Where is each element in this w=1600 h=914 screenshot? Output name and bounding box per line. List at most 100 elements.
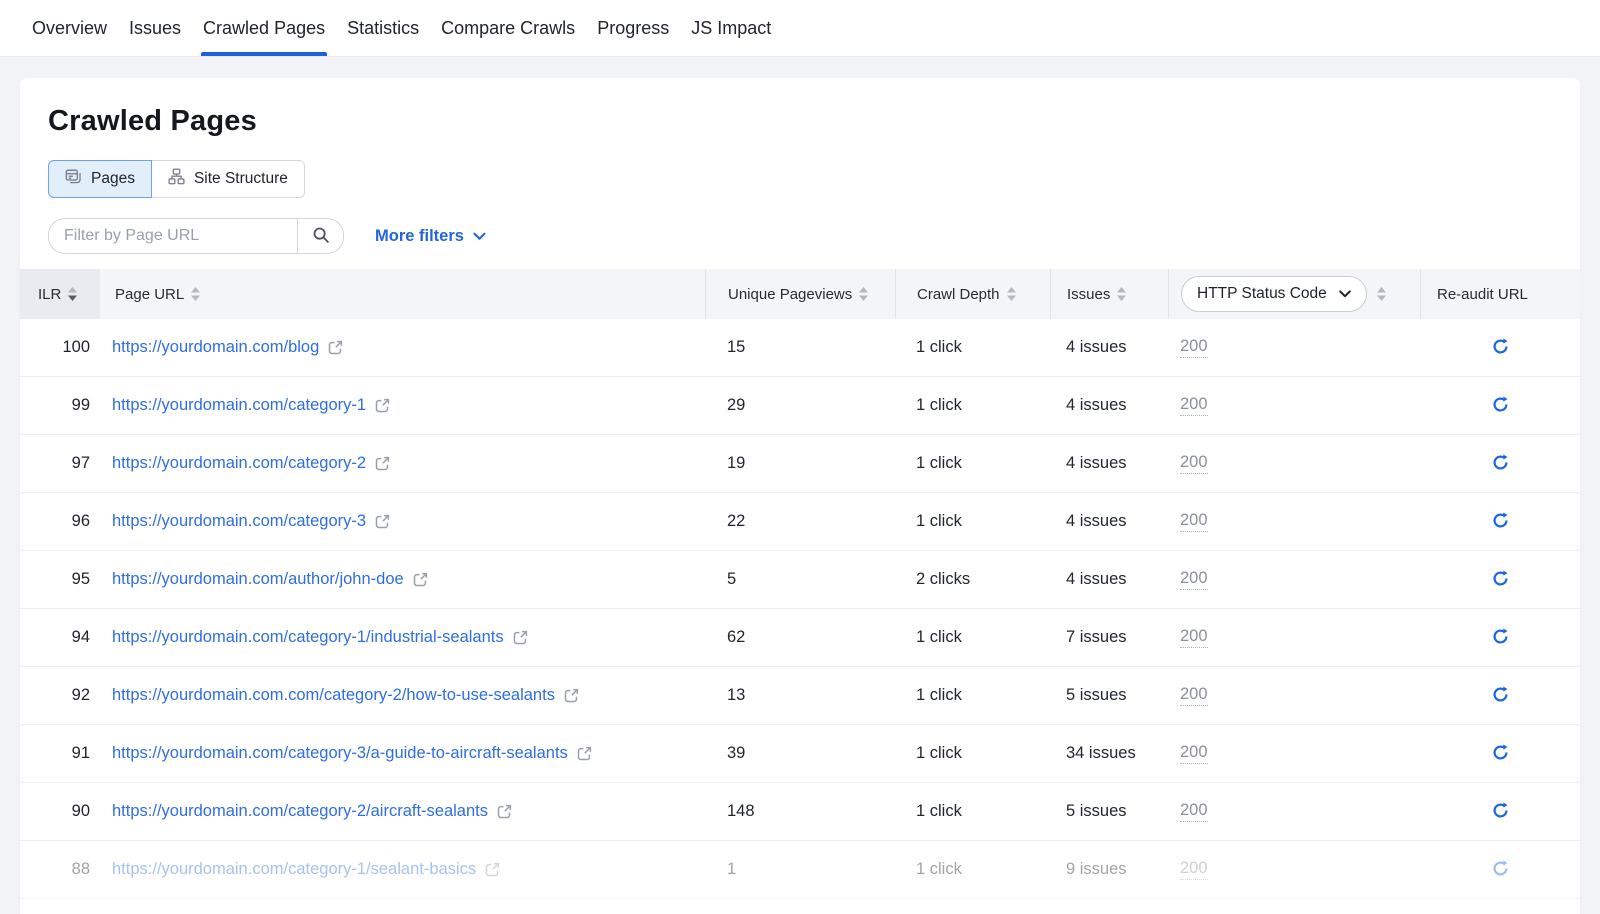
crawl-depth-cell: 1 click bbox=[895, 860, 1050, 879]
ilr-cell: 94 bbox=[20, 628, 100, 647]
nav-tab-statistics[interactable]: Statistics bbox=[336, 0, 430, 56]
http-status-cell: 200 bbox=[1168, 627, 1420, 648]
http-status-value[interactable]: 200 bbox=[1180, 395, 1208, 416]
refresh-icon bbox=[1491, 395, 1510, 417]
http-status-code-dropdown[interactable]: HTTP Status Code bbox=[1181, 276, 1367, 312]
external-link-icon[interactable] bbox=[413, 572, 428, 587]
crawl-depth-cell: 1 click bbox=[895, 396, 1050, 415]
crawl-depth-value: 1 click bbox=[916, 860, 962, 879]
crawl-depth-cell: 1 click bbox=[895, 512, 1050, 531]
table-row: 90 https://yourdomain.com/category-2/air… bbox=[20, 783, 1580, 841]
column-header-crawl-depth[interactable]: Crawl Depth bbox=[895, 269, 1050, 319]
page-url-link[interactable]: https://yourdomain.com/blog bbox=[112, 338, 319, 357]
crawl-depth-value: 1 click bbox=[916, 338, 962, 357]
http-status-cell: 200 bbox=[1168, 859, 1420, 880]
crawl-depth-cell: 2 clicks bbox=[895, 570, 1050, 589]
crawl-depth-cell: 1 click bbox=[895, 744, 1050, 763]
ilr-cell: 92 bbox=[20, 686, 100, 705]
re-audit-button[interactable] bbox=[1485, 565, 1515, 595]
top-nav: OverviewIssuesCrawled PagesStatisticsCom… bbox=[0, 0, 1600, 57]
external-link-icon[interactable] bbox=[513, 630, 528, 645]
re-audit-cell bbox=[1420, 623, 1580, 653]
http-status-value[interactable]: 200 bbox=[1180, 511, 1208, 532]
crawl-depth-cell: 1 click bbox=[895, 802, 1050, 821]
url-filter-group bbox=[48, 218, 344, 254]
ilr-value: 99 bbox=[72, 396, 90, 415]
http-status-value[interactable]: 200 bbox=[1180, 685, 1208, 706]
toggle-pages-button[interactable]: Pages bbox=[48, 160, 152, 198]
page-url-link[interactable]: https://yourdomain.com/category-2 bbox=[112, 454, 366, 473]
http-status-value[interactable]: 200 bbox=[1180, 337, 1208, 358]
search-button[interactable] bbox=[297, 219, 343, 253]
re-audit-button[interactable] bbox=[1485, 333, 1515, 363]
re-audit-button[interactable] bbox=[1485, 391, 1515, 421]
url-filter-input[interactable] bbox=[49, 219, 297, 253]
column-header-issues[interactable]: Issues bbox=[1050, 269, 1168, 319]
page-url-link[interactable]: https://yourdomain.com/category-3 bbox=[112, 512, 366, 531]
external-link-icon[interactable] bbox=[577, 746, 592, 761]
unique-pageviews-value: 148 bbox=[727, 802, 755, 821]
re-audit-cell bbox=[1420, 565, 1580, 595]
sort-icon-page-url bbox=[191, 287, 200, 301]
page-url-link[interactable]: https://yourdomain.com/category-3/a-guid… bbox=[112, 744, 568, 763]
external-link-icon[interactable] bbox=[375, 398, 390, 413]
unique-pageviews-cell: 5 bbox=[705, 570, 895, 589]
http-status-value[interactable]: 200 bbox=[1180, 801, 1208, 822]
external-link-icon[interactable] bbox=[375, 514, 390, 529]
http-status-value[interactable]: 200 bbox=[1180, 627, 1208, 648]
nav-tab-progress[interactable]: Progress bbox=[586, 0, 680, 56]
chevron-down-icon bbox=[473, 227, 486, 246]
column-header-unique-pageviews[interactable]: Unique Pageviews bbox=[705, 269, 895, 319]
ilr-cell: 97 bbox=[20, 454, 100, 473]
column-header-ilr[interactable]: ILR bbox=[20, 269, 100, 319]
nav-tab-crawled-pages[interactable]: Crawled Pages bbox=[192, 0, 336, 56]
http-status-value[interactable]: 200 bbox=[1180, 453, 1208, 474]
page-url-link[interactable]: https://yourdomain.com/author/john-doe bbox=[112, 570, 404, 589]
unique-pageviews-cell: 29 bbox=[705, 396, 895, 415]
http-status-dropdown-label: HTTP Status Code bbox=[1197, 285, 1327, 303]
http-status-value[interactable]: 200 bbox=[1180, 859, 1208, 880]
refresh-icon bbox=[1491, 859, 1510, 881]
re-audit-cell bbox=[1420, 507, 1580, 537]
external-link-icon[interactable] bbox=[375, 456, 390, 471]
http-status-value[interactable]: 200 bbox=[1180, 569, 1208, 590]
crawl-depth-value: 1 click bbox=[916, 686, 962, 705]
ilr-cell: 96 bbox=[20, 512, 100, 531]
nav-tab-compare-crawls[interactable]: Compare Crawls bbox=[430, 0, 586, 56]
nav-tab-issues[interactable]: Issues bbox=[118, 0, 192, 56]
more-filters-button[interactable]: More filters bbox=[375, 227, 486, 246]
nav-tab-overview[interactable]: Overview bbox=[21, 0, 118, 56]
crawl-depth-cell: 1 click bbox=[895, 338, 1050, 357]
page-url-cell: https://yourdomain.com/author/john-doe bbox=[100, 570, 705, 589]
column-header-page-url[interactable]: Page URL bbox=[100, 269, 705, 319]
re-audit-button[interactable] bbox=[1485, 623, 1515, 653]
page-url-link[interactable]: https://yourdomain.com/category-1 bbox=[112, 396, 366, 415]
external-link-icon[interactable] bbox=[564, 688, 579, 703]
external-link-icon[interactable] bbox=[497, 804, 512, 819]
table-row: 91 https://yourdomain.com/category-3/a-g… bbox=[20, 725, 1580, 783]
http-status-value[interactable]: 200 bbox=[1180, 743, 1208, 764]
re-audit-cell bbox=[1420, 449, 1580, 479]
page-url-link[interactable]: https://yourdomain.com.com/category-2/ho… bbox=[112, 686, 555, 705]
toggle-site-structure-button[interactable]: Site Structure bbox=[152, 160, 305, 198]
issues-value: 4 issues bbox=[1066, 570, 1127, 589]
re-audit-button[interactable] bbox=[1485, 797, 1515, 827]
external-link-icon[interactable] bbox=[328, 340, 343, 355]
column-header-page-url-label: Page URL bbox=[115, 286, 184, 303]
ilr-value: 96 bbox=[72, 512, 90, 531]
re-audit-button[interactable] bbox=[1485, 449, 1515, 479]
re-audit-button[interactable] bbox=[1485, 739, 1515, 769]
re-audit-button[interactable] bbox=[1485, 681, 1515, 711]
page-url-link[interactable]: https://yourdomain.com/category-2/aircra… bbox=[112, 802, 488, 821]
sort-icon-http-status[interactable] bbox=[1377, 287, 1386, 301]
external-link-icon[interactable] bbox=[485, 862, 500, 877]
site-structure-icon bbox=[168, 168, 185, 190]
re-audit-button[interactable] bbox=[1485, 855, 1515, 885]
table-row: 94 https://yourdomain.com/category-1/ind… bbox=[20, 609, 1580, 667]
page-url-link[interactable]: https://yourdomain.com/category-1/indust… bbox=[112, 628, 504, 647]
nav-tab-js-impact[interactable]: JS Impact bbox=[680, 0, 782, 56]
ilr-value: 92 bbox=[72, 686, 90, 705]
refresh-icon bbox=[1491, 743, 1510, 765]
page-url-link[interactable]: https://yourdomain.com/category-1/sealan… bbox=[112, 860, 476, 879]
re-audit-button[interactable] bbox=[1485, 507, 1515, 537]
